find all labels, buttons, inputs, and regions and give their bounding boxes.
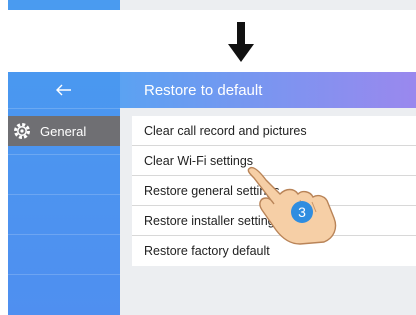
page-header: Restore to default [120,72,416,108]
sidebar: General [8,72,120,315]
sidebar-divider [8,108,120,109]
list-item-label: Restore factory default [144,244,270,258]
tap-hand-icon: 3 [247,166,337,245]
previous-step-strip [0,0,416,10]
step-number: 3 [298,204,306,220]
sidebar-divider [8,274,120,275]
page-title: Restore to default [144,81,263,99]
back-button[interactable] [8,72,120,108]
back-arrow-icon [56,84,71,96]
sidebar-item-label: General [40,123,87,139]
down-arrow-icon [228,22,254,62]
list-item-label: Clear Wi-Fi settings [144,153,254,168]
sidebar-divider [8,194,120,195]
gear-icon [12,121,32,141]
previous-sidebar-edge [8,0,120,10]
previous-content-edge [120,0,416,10]
sidebar-item-general[interactable]: General [8,116,120,146]
list-item-label: Clear call record and pictures [144,123,307,138]
sidebar-divider [8,154,120,155]
list-item-clear-call-record[interactable]: Clear call record and pictures [132,116,416,146]
sidebar-divider [8,234,120,235]
